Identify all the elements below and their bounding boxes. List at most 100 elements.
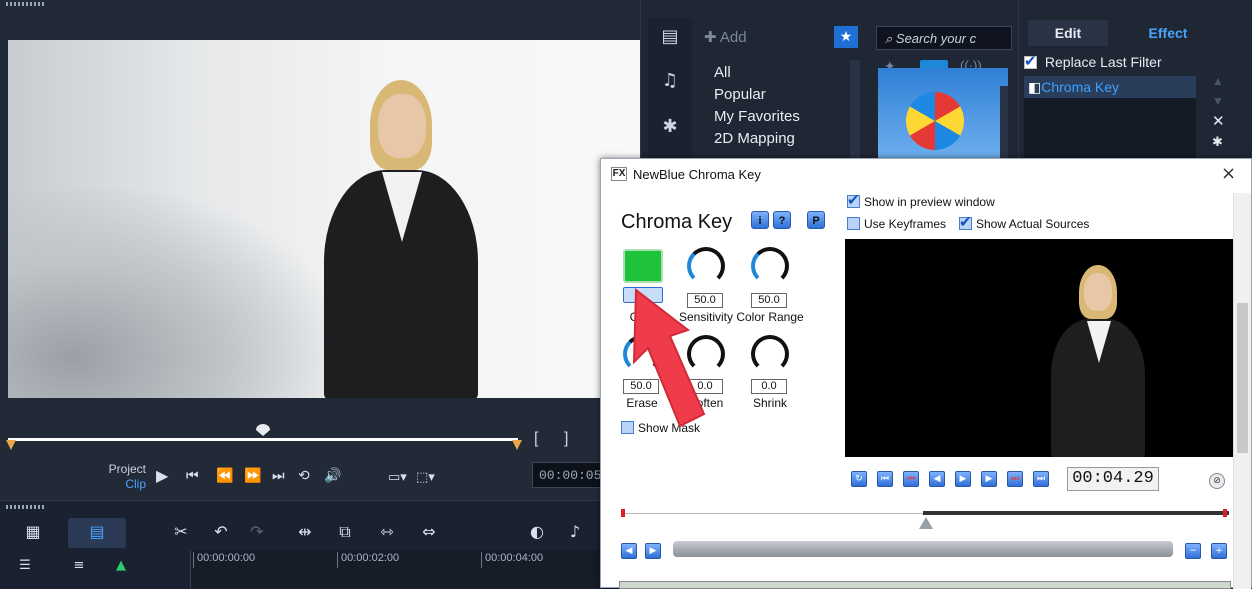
marker-icon[interactable]: ▲ [106, 558, 136, 573]
checkbox[interactable] [847, 217, 860, 230]
crop-icon[interactable]: ⬚▾ [416, 470, 435, 485]
trim-out-marker[interactable] [1223, 509, 1227, 517]
next-frame-icon[interactable]: ⏩ [244, 468, 261, 484]
tab-effect[interactable]: Effect [1110, 20, 1226, 46]
project-mode-label[interactable]: Project [60, 462, 146, 477]
info-button[interactable]: i [751, 211, 769, 229]
move-down-icon[interactable]: ▼ [1212, 94, 1224, 108]
timeline-view-icon[interactable]: ▤ [82, 522, 112, 541]
clip-mode-label[interactable]: Clip [60, 477, 146, 492]
audio-icon[interactable]: ♪ [560, 522, 590, 541]
presets-button[interactable]: P [807, 211, 825, 229]
scrub-bar[interactable] [8, 438, 518, 441]
thumbnail-scrollbar[interactable] [1000, 86, 1008, 160]
play-icon[interactable]: ▶ [156, 466, 168, 485]
prev-frame-icon[interactable]: ⏪ [216, 468, 233, 484]
show-actual-sources-checkbox[interactable]: Show Actual Sources [959, 213, 1090, 231]
add-track-icon[interactable]: ≡ [64, 558, 94, 573]
tab-edit[interactable]: Edit [1028, 20, 1108, 46]
filter-thumbnail[interactable] [878, 68, 1008, 160]
scrubber[interactable]: [ ] [6, 420, 640, 456]
filter-icon: ◧ [1028, 79, 1042, 95]
go-start-icon[interactable]: ⏮ [877, 471, 893, 487]
filter-item-chroma-key[interactable]: ◧Chroma Key [1024, 76, 1196, 98]
move-up-icon[interactable]: ▲ [1212, 74, 1224, 88]
ruler-tick: 00:00:02:00 [337, 552, 399, 568]
go-end-icon[interactable]: ⏭ [1033, 471, 1049, 487]
loop-icon[interactable]: ↻ [851, 471, 867, 487]
scrub-knob[interactable] [256, 424, 270, 436]
prev-frame-icon[interactable]: ◀ [929, 471, 945, 487]
aspect-ratio-icon[interactable]: ▭▾ [388, 470, 407, 485]
shrink-value[interactable]: 0.0 [751, 379, 787, 394]
checkbox[interactable] [959, 213, 972, 231]
customize-filter-icon[interactable]: ✱ [1212, 134, 1223, 150]
split-icon[interactable]: ⇿ [372, 522, 402, 541]
category-scrollbar[interactable] [850, 60, 860, 160]
tools-icon[interactable]: ✂ [166, 522, 196, 541]
set-out-icon[interactable]: ⏭ [1007, 471, 1023, 487]
filter-library-icon[interactable]: ✱ [648, 116, 692, 137]
repeat-icon[interactable]: ⟲ [298, 468, 310, 484]
panel-grip[interactable] [6, 2, 46, 6]
presenter-figure [308, 80, 488, 398]
mark-out-button[interactable]: ] [564, 430, 568, 448]
close-icon[interactable]: × [1221, 163, 1236, 184]
color-grading-icon[interactable]: ◐ [522, 522, 552, 541]
show-in-preview-checkbox[interactable]: Show in preview window [847, 191, 995, 209]
add-button[interactable]: ✚ Add [704, 28, 747, 46]
search-input[interactable]: ⌕ Search your c [876, 26, 1012, 50]
dialog-title: NewBlue Chroma Key [633, 167, 761, 182]
undo-icon[interactable]: ↶ [206, 522, 236, 541]
zoom-out-icon[interactable]: − [1185, 543, 1201, 559]
panel-grip[interactable] [6, 505, 46, 509]
media-icon[interactable]: ▤ [648, 26, 692, 47]
checkbox[interactable] [1024, 52, 1037, 70]
category-item[interactable]: Popular [714, 84, 800, 106]
go-start-icon[interactable]: ⏮ [186, 468, 199, 484]
help-button[interactable]: ? [773, 211, 791, 229]
effect-heading: Chroma Key [621, 211, 733, 233]
checkbox[interactable] [847, 191, 860, 209]
favorite-pin-icon[interactable]: ★ [834, 26, 858, 48]
category-item[interactable]: 2D Mapping [714, 128, 800, 150]
category-item[interactable]: All [714, 62, 800, 84]
category-item[interactable]: My Favorites [714, 106, 800, 128]
fit-timeline-icon[interactable]: ⇹ [290, 522, 320, 541]
dialog-scrollbar[interactable] [1233, 193, 1251, 589]
show-in-preview-label: Show in preview window [864, 195, 995, 209]
zoom-slider[interactable] [673, 541, 1173, 557]
dialog-timecode[interactable]: 00:04.29 [1067, 467, 1159, 491]
shrink-knob[interactable] [751, 335, 789, 373]
remove-filter-icon[interactable]: ✕ [1212, 112, 1225, 130]
scroll-thumb[interactable] [1237, 303, 1248, 453]
redo-icon[interactable]: ↷ [242, 522, 272, 541]
reset-icon[interactable]: ⊘ [1209, 473, 1225, 489]
trim-end-marker[interactable] [512, 440, 522, 450]
zoom-in-icon[interactable]: + [1211, 543, 1227, 559]
color-range-value[interactable]: 50.0 [751, 293, 787, 308]
trim-track[interactable] [923, 511, 1229, 515]
mark-in-button[interactable]: [ [534, 430, 538, 448]
timeline-ruler[interactable]: 00:00:00:00 00:00:02:00 00:00:04:00 [190, 550, 640, 588]
mode-switch[interactable]: Project Clip [60, 462, 146, 492]
audio-library-icon[interactable]: ♫ [648, 70, 692, 91]
scroll-left-icon[interactable]: ◀ [621, 543, 637, 559]
play-icon[interactable]: ▶ [955, 471, 971, 487]
trim-in-marker[interactable] [621, 509, 625, 517]
replace-last-filter-checkbox[interactable]: Replace Last Filter [1024, 52, 1162, 70]
use-keyframes-checkbox[interactable]: Use Keyframes [847, 217, 946, 231]
playhead-marker[interactable] [919, 517, 933, 529]
scroll-right-icon[interactable]: ▶ [645, 543, 661, 559]
storyboard-view-icon[interactable]: ▦ [18, 522, 48, 541]
crop-frame-icon[interactable]: ⧉ [330, 522, 360, 542]
track-manager-icon[interactable]: ☰ [10, 558, 40, 573]
set-in-icon[interactable]: ⏮ [903, 471, 919, 487]
volume-icon[interactable]: 🔊 [324, 468, 341, 484]
trim-start-marker[interactable] [6, 440, 16, 450]
ripple-icon[interactable]: ⇔ [414, 522, 444, 541]
color-range-knob[interactable] [751, 247, 789, 285]
show-actual-sources-label: Show Actual Sources [976, 217, 1090, 231]
go-end-icon[interactable]: ⏭ [272, 468, 285, 484]
next-frame-icon[interactable]: ▶ [981, 471, 997, 487]
